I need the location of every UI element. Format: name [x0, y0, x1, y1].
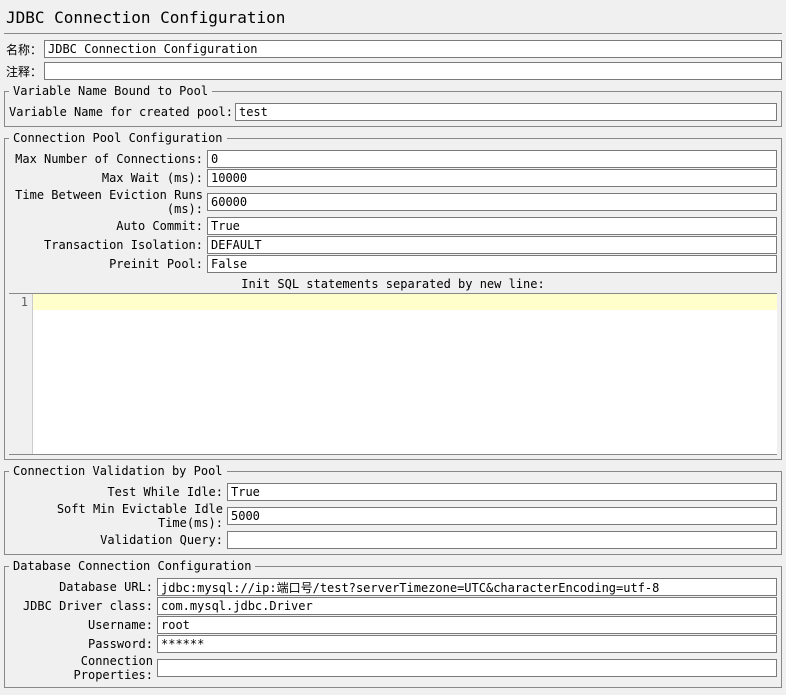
comment-input[interactable] [44, 62, 782, 80]
variable-name-section: Variable Name Bound to Pool Variable Nam… [4, 84, 782, 127]
max-wait-label: Max Wait (ms): [9, 171, 207, 185]
test-while-idle-label: Test While Idle: [9, 485, 227, 499]
connection-validation-legend: Connection Validation by Pool [9, 464, 227, 478]
transaction-isolation-select[interactable] [207, 236, 777, 254]
config-panel: JDBC Connection Configuration 名称： 注释： Va… [0, 0, 786, 695]
connection-pool-section: Connection Pool Configuration Max Number… [4, 131, 782, 460]
comment-label: 注释： [4, 63, 44, 80]
jdbc-driver-class-label: JDBC Driver class: [9, 599, 157, 613]
auto-commit-select[interactable] [207, 217, 777, 235]
validation-query-label: Validation Query: [9, 533, 227, 547]
jdbc-driver-class-input[interactable] [157, 597, 777, 615]
max-wait-input[interactable] [207, 169, 777, 187]
name-input[interactable] [44, 40, 782, 58]
init-sql-label: Init SQL statements separated by new lin… [9, 277, 777, 291]
variable-name-legend: Variable Name Bound to Pool [9, 84, 212, 98]
connection-properties-label: Connection Properties: [9, 654, 157, 682]
max-connections-label: Max Number of Connections: [9, 152, 207, 166]
connection-pool-legend: Connection Pool Configuration [9, 131, 227, 145]
auto-commit-label: Auto Commit: [9, 219, 207, 233]
validation-query-input[interactable] [227, 531, 777, 549]
eviction-runs-input[interactable] [207, 193, 777, 211]
database-url-label: Database URL: [9, 580, 157, 594]
preinit-pool-label: Preinit Pool: [9, 257, 207, 271]
name-label: 名称： [4, 41, 44, 58]
line-number-1: 1 [13, 294, 28, 310]
soft-min-evictable-input[interactable] [227, 507, 777, 525]
eviction-runs-label: Time Between Eviction Runs (ms): [9, 188, 207, 216]
title-separator [4, 33, 782, 34]
variable-name-input[interactable] [235, 103, 777, 121]
preinit-pool-select[interactable] [207, 255, 777, 273]
init-sql-editor[interactable]: 1 [9, 293, 777, 455]
connection-properties-input[interactable] [157, 659, 777, 677]
max-connections-input[interactable] [207, 150, 777, 168]
database-connection-section: Database Connection Configuration Databa… [4, 559, 782, 688]
database-connection-legend: Database Connection Configuration [9, 559, 255, 573]
password-input[interactable] [157, 635, 777, 653]
database-url-input[interactable] [157, 578, 777, 596]
test-while-idle-select[interactable] [227, 483, 777, 501]
username-label: Username: [9, 618, 157, 632]
transaction-isolation-label: Transaction Isolation: [9, 238, 207, 252]
username-input[interactable] [157, 616, 777, 634]
soft-min-evictable-label: Soft Min Evictable Idle Time(ms): [9, 502, 227, 530]
init-sql-gutter: 1 [9, 294, 33, 454]
init-sql-current-line[interactable] [33, 294, 777, 310]
init-sql-textarea[interactable] [33, 294, 777, 454]
password-label: Password: [9, 637, 157, 651]
page-title: JDBC Connection Configuration [4, 2, 782, 29]
connection-validation-section: Connection Validation by Pool Test While… [4, 464, 782, 555]
variable-name-label: Variable Name for created pool: [9, 105, 235, 119]
